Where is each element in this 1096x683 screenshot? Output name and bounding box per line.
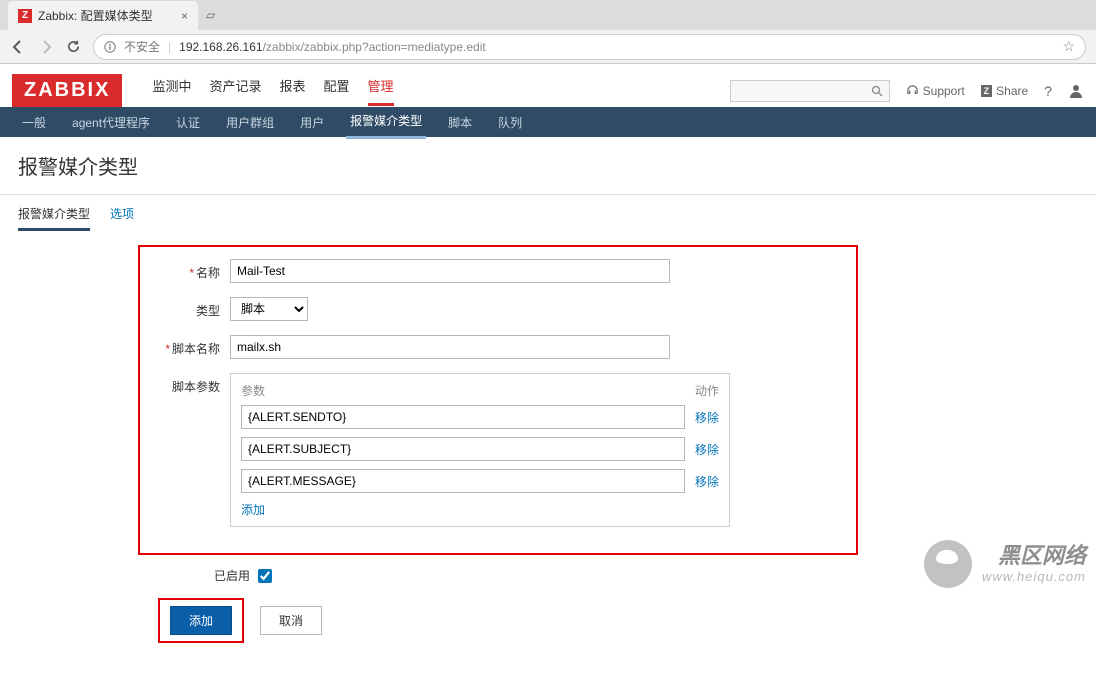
type-select[interactable]: 脚本 bbox=[230, 297, 308, 321]
remove-param-0[interactable]: 移除 bbox=[695, 409, 719, 426]
nav-reports[interactable]: 报表 bbox=[279, 76, 305, 106]
search-input[interactable] bbox=[730, 80, 890, 102]
name-input[interactable] bbox=[230, 259, 670, 283]
add-button[interactable]: 添加 bbox=[170, 606, 232, 635]
close-icon[interactable]: × bbox=[181, 9, 188, 23]
cancel-button[interactable]: 取消 bbox=[260, 606, 322, 635]
nav-config[interactable]: 配置 bbox=[324, 76, 350, 106]
param-input-1[interactable] bbox=[241, 437, 685, 461]
subnav-usergroups[interactable]: 用户群组 bbox=[222, 107, 278, 138]
bookmark-icon[interactable]: ☆ bbox=[1062, 38, 1075, 55]
help-icon[interactable]: ? bbox=[1044, 83, 1052, 99]
support-link[interactable]: Support bbox=[906, 84, 965, 98]
param-row: 移除 bbox=[241, 437, 719, 461]
label-type: 类型 bbox=[196, 304, 220, 318]
label-name: 名称 bbox=[196, 266, 220, 280]
remove-param-1[interactable]: 移除 bbox=[695, 441, 719, 458]
watermark: 黑区网络 www.heiqu.com bbox=[924, 540, 1086, 588]
app-header: ZABBIX 监测中 资产记录 报表 配置 管理 Support ZShare … bbox=[0, 64, 1096, 107]
params-header-action: 动作 bbox=[695, 382, 719, 399]
browser-chrome: Z Zabbix: 配置媒体类型 × ▱ 不安全 | 192.168.26.16… bbox=[0, 0, 1096, 64]
zabbix-logo[interactable]: ZABBIX bbox=[12, 74, 122, 107]
watermark-title: 黑区网络 bbox=[982, 543, 1086, 569]
label-enabled: 已启用 bbox=[214, 567, 250, 584]
share-link[interactable]: ZShare bbox=[981, 84, 1029, 98]
param-input-2[interactable] bbox=[241, 469, 685, 493]
address-bar: 不安全 | 192.168.26.161/zabbix/zabbix.php?a… bbox=[0, 30, 1096, 64]
enabled-checkbox[interactable] bbox=[258, 569, 272, 583]
tab-bar: Z Zabbix: 配置媒体类型 × ▱ bbox=[0, 0, 1096, 30]
insecure-label: 不安全 bbox=[124, 38, 160, 55]
new-tab-button[interactable]: ▱ bbox=[198, 4, 223, 26]
subnav-mediatypes[interactable]: 报警媒介类型 bbox=[346, 105, 426, 139]
form-area: *名称 类型 脚本 *脚本名称 脚本参数 参数 动作 移除 bbox=[0, 231, 1096, 683]
url-input[interactable]: 不安全 | 192.168.26.161/zabbix/zabbix.php?a… bbox=[93, 34, 1086, 60]
subnav-scripts[interactable]: 脚本 bbox=[444, 107, 476, 138]
subnav-proxies[interactable]: agent代理程序 bbox=[68, 107, 154, 138]
top-nav: 监测中 资产记录 报表 配置 管理 bbox=[152, 76, 393, 106]
remove-param-2[interactable]: 移除 bbox=[695, 473, 719, 490]
browser-tab[interactable]: Z Zabbix: 配置媒体类型 × bbox=[8, 1, 198, 30]
subnav-users[interactable]: 用户 bbox=[296, 107, 328, 138]
watermark-icon bbox=[924, 540, 972, 588]
form-tabs: 报警媒介类型 选项 bbox=[0, 195, 1096, 231]
user-icon[interactable] bbox=[1068, 83, 1084, 99]
back-button[interactable] bbox=[10, 39, 26, 55]
forward-button[interactable] bbox=[38, 39, 54, 55]
script-params-box: 参数 动作 移除 移除 移除 添加 bbox=[230, 373, 730, 527]
label-script-params: 脚本参数 bbox=[172, 380, 220, 394]
tab-options[interactable]: 选项 bbox=[110, 205, 134, 231]
nav-inventory[interactable]: 资产记录 bbox=[209, 76, 261, 106]
param-row: 移除 bbox=[241, 469, 719, 493]
tab-mediatype[interactable]: 报警媒介类型 bbox=[18, 205, 90, 231]
label-script-name: 脚本名称 bbox=[172, 342, 220, 356]
add-param-link[interactable]: 添加 bbox=[241, 503, 265, 517]
url-text: 192.168.26.161/zabbix/zabbix.php?action=… bbox=[179, 40, 486, 54]
params-header-param: 参数 bbox=[241, 382, 695, 399]
watermark-url: www.heiqu.com bbox=[982, 569, 1086, 585]
param-row: 移除 bbox=[241, 405, 719, 429]
sub-nav: 一般 agent代理程序 认证 用户群组 用户 报警媒介类型 脚本 队列 bbox=[0, 107, 1096, 137]
favicon: Z bbox=[18, 9, 32, 23]
highlight-box-add: 添加 bbox=[158, 598, 244, 643]
nav-monitoring[interactable]: 监测中 bbox=[152, 76, 191, 106]
header-right: Support ZShare ? bbox=[730, 80, 1084, 102]
highlight-box-main: *名称 类型 脚本 *脚本名称 脚本参数 参数 动作 移除 bbox=[138, 245, 858, 555]
subnav-queue[interactable]: 队列 bbox=[494, 107, 526, 138]
insecure-icon bbox=[104, 41, 116, 53]
nav-admin[interactable]: 管理 bbox=[368, 76, 394, 106]
page-title: 报警媒介类型 bbox=[0, 137, 1096, 195]
subnav-general[interactable]: 一般 bbox=[18, 107, 50, 138]
param-input-0[interactable] bbox=[241, 405, 685, 429]
subnav-auth[interactable]: 认证 bbox=[172, 107, 204, 138]
reload-button[interactable] bbox=[66, 39, 81, 54]
script-name-input[interactable] bbox=[230, 335, 670, 359]
tab-title: Zabbix: 配置媒体类型 bbox=[38, 7, 153, 24]
